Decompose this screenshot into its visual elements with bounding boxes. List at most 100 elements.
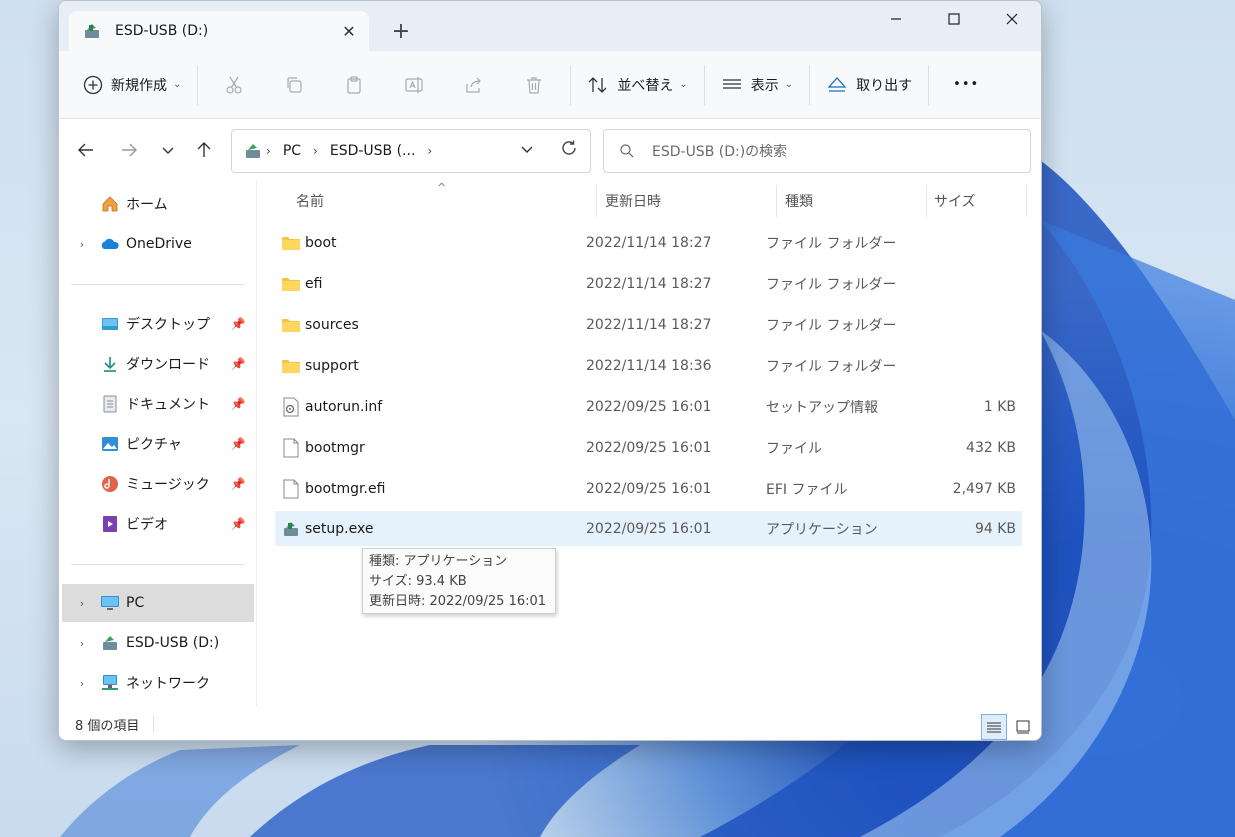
file-type: ファイル [766, 440, 822, 457]
pin-icon[interactable]: 📌 [226, 397, 250, 411]
sidebar-item-esd-usb[interactable]: › ESD-USB (D:) [62, 624, 254, 662]
sidebar-item-desktop[interactable]: デスクトップ 📌 [62, 305, 254, 343]
column-divider[interactable] [1026, 185, 1027, 217]
chevron-right-icon[interactable]: › [74, 637, 90, 650]
view-button[interactable]: 表示 ⌄ [711, 65, 803, 105]
delete-button[interactable] [504, 65, 564, 105]
column-header-type[interactable]: 種類 [785, 181, 813, 221]
folder-icon [281, 233, 301, 253]
file-size: 1 KB [983, 398, 1016, 415]
sidebar-item-home[interactable]: ホーム [62, 185, 254, 223]
refresh-button[interactable] [560, 139, 578, 162]
address-dropdown-icon[interactable] [520, 142, 534, 159]
eject-button[interactable]: 取り出す [816, 65, 922, 105]
up-button[interactable] [189, 138, 219, 162]
minimize-button[interactable] [867, 1, 925, 37]
sidebar-item-downloads[interactable]: ダウンロード 📌 [62, 345, 254, 383]
column-header-date[interactable]: 更新日時 [605, 181, 661, 221]
column-header-size[interactable]: サイズ [934, 181, 976, 221]
rename-button[interactable] [384, 65, 444, 105]
tab-esd-usb[interactable]: ESD-USB (D:) ✕ [69, 11, 369, 51]
folder-icon [281, 356, 301, 376]
pin-icon[interactable]: 📌 [226, 317, 250, 331]
table-row[interactable]: sources 2022/11/14 18:27 ファイル フォルダー [275, 307, 1022, 342]
pin-icon[interactable]: 📌 [226, 477, 250, 491]
sidebar-item-onedrive[interactable]: › OneDrive [62, 225, 254, 263]
chevron-down-icon: ⌄ [784, 79, 794, 90]
chevron-right-icon[interactable]: › [74, 677, 90, 690]
paste-button[interactable] [324, 65, 384, 105]
maximize-icon [948, 13, 960, 25]
chevron-right-icon[interactable]: › [74, 597, 90, 610]
folder-icon [281, 315, 301, 335]
file-info-tooltip: 種類: アプリケーション サイズ: 93.4 KB 更新日時: 2022/09/… [362, 548, 556, 614]
sidebar-item-videos[interactable]: ビデオ 📌 [62, 505, 254, 543]
status-divider [153, 716, 155, 732]
file-list: ^ 名前 更新日時 種類 サイズ boot 2022/11/14 18:27 フ… [257, 181, 1041, 706]
navigation-pane: ホーム › OneDrive デスクトップ 📌 ダウンロード 📌 ドキュメント … [59, 181, 257, 706]
new-button-label: 新規作成 [111, 77, 167, 94]
view-button-label: 表示 [750, 77, 779, 94]
file-explorer-window: ESD-USB (D:) ✕ + 新規作成 ⌄ 並べ替え ⌄ 表示 ⌄ 取り出す… [58, 0, 1042, 741]
file-size: 94 KB [974, 520, 1016, 537]
share-button[interactable] [444, 65, 504, 105]
address-bar[interactable]: › PC › ESD-USB (... › [231, 129, 591, 173]
sidebar-item-pc[interactable]: › PC [62, 584, 254, 622]
file-type: ファイル フォルダー [766, 276, 897, 293]
chevron-right-icon[interactable]: › [74, 238, 90, 251]
cut-button[interactable] [204, 65, 264, 105]
toolbar-divider [703, 64, 705, 105]
file-date: 2022/11/14 18:27 [586, 275, 712, 292]
table-row[interactable]: autorun.inf 2022/09/25 16:01 セットアップ情報 1 … [275, 389, 1022, 424]
sidebar-item-documents[interactable]: ドキュメント 📌 [62, 385, 254, 423]
sidebar-item-music[interactable]: ミュージック 📌 [62, 465, 254, 503]
title-bar: ESD-USB (D:) ✕ + [59, 1, 1041, 51]
music-icon [100, 474, 120, 494]
more-icon: ••• [953, 77, 980, 92]
table-row[interactable]: bootmgr.efi 2022/09/25 16:01 EFI ファイル 2,… [275, 471, 1022, 506]
column-divider[interactable] [776, 185, 777, 217]
file-name: efi [305, 275, 323, 292]
arrow-up-icon [197, 142, 211, 157]
usb-drive-icon [246, 144, 260, 158]
back-button[interactable] [71, 138, 101, 162]
column-divider[interactable] [596, 185, 597, 217]
file-name: support [305, 357, 359, 374]
table-row[interactable]: support 2022/11/14 18:36 ファイル フォルダー [275, 348, 1022, 383]
details-view-button[interactable] [981, 714, 1007, 740]
new-button[interactable]: 新規作成 ⌄ [73, 65, 191, 105]
forward-button[interactable] [114, 138, 144, 162]
more-options-button[interactable]: ••• [935, 65, 989, 105]
recent-locations-button[interactable] [153, 138, 183, 162]
column-divider[interactable] [926, 185, 927, 217]
copy-button[interactable] [264, 65, 324, 105]
pin-icon[interactable]: 📌 [226, 357, 250, 371]
tiles-view-button[interactable] [1010, 714, 1036, 740]
column-header-name[interactable]: 名前 [296, 181, 324, 221]
pin-icon[interactable]: 📌 [226, 517, 250, 531]
sort-button[interactable]: 並べ替え ⌄ [577, 65, 697, 105]
new-tab-button[interactable]: + [387, 18, 415, 46]
search-input[interactable]: ESD-USB (D:)の検索 [603, 129, 1031, 173]
pin-icon[interactable]: 📌 [226, 437, 250, 451]
sidebar-item-network[interactable]: › ネットワーク [62, 664, 254, 702]
tooltip-modified: 更新日時: 2022/09/25 16:01 [369, 594, 547, 609]
details-view-icon [987, 722, 1001, 733]
table-row[interactable]: efi 2022/11/14 18:27 ファイル フォルダー [275, 266, 1022, 301]
table-row[interactable]: boot 2022/11/14 18:27 ファイル フォルダー [275, 225, 1022, 260]
toolbar-divider [197, 64, 199, 105]
table-row[interactable]: setup.exe 2022/09/25 16:01 アプリケーション 94 K… [275, 511, 1022, 546]
breadcrumb-pc[interactable]: PC [283, 143, 301, 159]
file-name: sources [305, 316, 359, 333]
table-row[interactable]: bootmgr 2022/09/25 16:01 ファイル 432 KB [275, 430, 1022, 465]
network-icon [100, 673, 120, 693]
sidebar-item-pictures[interactable]: ピクチャ 📌 [62, 425, 254, 463]
chevron-down-icon: ⌄ [679, 79, 688, 90]
document-icon [100, 394, 120, 414]
refresh-icon [562, 140, 576, 155]
toolbar-divider [570, 64, 572, 105]
close-button[interactable] [983, 1, 1041, 37]
maximize-button[interactable] [925, 1, 983, 37]
tab-close-button[interactable]: ✕ [329, 22, 369, 41]
breadcrumb-esd-usb[interactable]: ESD-USB (... [330, 143, 416, 159]
